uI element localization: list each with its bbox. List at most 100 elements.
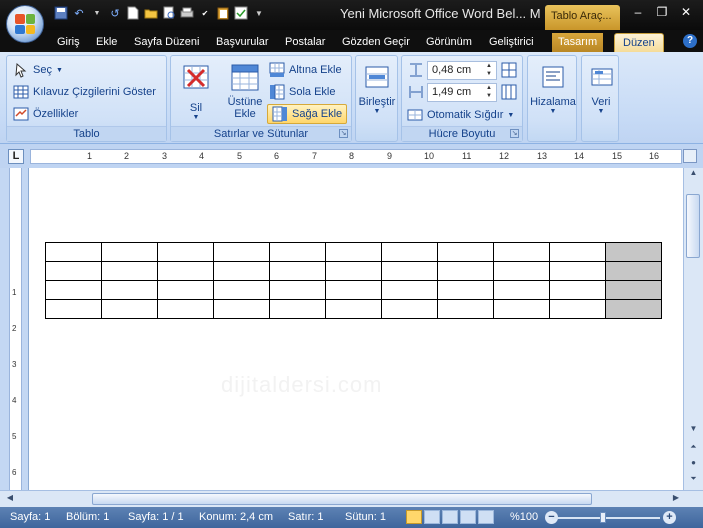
table-cell[interactable]: [493, 261, 550, 281]
table-cell[interactable]: [325, 242, 382, 262]
horizontal-scroll-thumb[interactable]: [92, 493, 592, 505]
table-row[interactable]: [45, 299, 662, 319]
table-cell-selected[interactable]: [605, 280, 662, 300]
status-column[interactable]: Sütun: 1: [345, 511, 386, 523]
table-cell[interactable]: [381, 242, 438, 262]
scroll-left-icon[interactable]: ◀: [4, 493, 16, 505]
tab-stop-selector[interactable]: L: [8, 149, 24, 164]
checkbox-icon[interactable]: [234, 6, 248, 20]
spelling-icon[interactable]: ✔: [198, 6, 212, 20]
table-cell[interactable]: [101, 280, 158, 300]
web-layout-icon[interactable]: [442, 510, 458, 524]
alignment-button[interactable]: Hizalama ▼: [528, 62, 578, 115]
tab-sayfa-duzeni[interactable]: Sayfa Düzeni: [134, 33, 199, 52]
status-position[interactable]: Konum: 2,4 cm: [199, 511, 273, 523]
table-cell[interactable]: [493, 242, 550, 262]
properties-button[interactable]: Özellikler: [13, 104, 78, 124]
draft-view-icon[interactable]: [478, 510, 494, 524]
distribute-columns-icon[interactable]: [501, 84, 517, 103]
print-preview-icon[interactable]: [162, 6, 176, 20]
table-cell[interactable]: [549, 261, 606, 281]
table-cell[interactable]: [381, 299, 438, 319]
tab-tasarim[interactable]: Tasarım: [552, 33, 604, 52]
tab-gorunum[interactable]: Görünüm: [426, 33, 472, 52]
show-gridlines-button[interactable]: Kılavuz Çizgilerini Göster: [13, 82, 156, 102]
scroll-down-icon[interactable]: ▼: [684, 424, 703, 438]
data-button[interactable]: Veri ▼: [582, 62, 620, 115]
redo-icon[interactable]: ↺: [108, 6, 122, 20]
vertical-scrollbar[interactable]: ▲ ▼ ⏶ ● ⏷: [683, 168, 703, 490]
chevron-down-icon[interactable]: ▼: [90, 6, 104, 20]
tab-postalar[interactable]: Postalar: [285, 33, 325, 52]
previous-page-icon[interactable]: ⏶: [684, 442, 703, 456]
next-page-icon[interactable]: ⏷: [684, 474, 703, 488]
table-cell[interactable]: [269, 280, 326, 300]
new-document-icon[interactable]: [126, 6, 140, 20]
table-row[interactable]: [45, 280, 662, 300]
distribute-rows-icon[interactable]: [501, 62, 517, 81]
tab-basvurular[interactable]: Başvurular: [216, 33, 269, 52]
zoom-slider-thumb[interactable]: [600, 512, 606, 523]
vertical-ruler[interactable]: 1 2 3 4 5 6: [9, 168, 22, 490]
select-button[interactable]: Seç ▼: [13, 60, 63, 80]
status-page-count[interactable]: Sayfa: 1 / 1: [128, 511, 184, 523]
view-ruler-icon[interactable]: [683, 149, 697, 163]
save-icon[interactable]: [54, 6, 68, 20]
table-cell[interactable]: [493, 299, 550, 319]
spinner-arrows-icon[interactable]: ▲ ▼: [484, 84, 494, 101]
table-cell[interactable]: [101, 242, 158, 262]
scroll-right-icon[interactable]: ▶: [670, 493, 682, 505]
zoom-level[interactable]: %100: [510, 511, 538, 523]
vertical-scroll-thumb[interactable]: [686, 194, 700, 258]
tab-duzen[interactable]: Düzen: [614, 33, 664, 52]
print-icon[interactable]: [180, 6, 194, 20]
table-cell[interactable]: [381, 261, 438, 281]
table-row[interactable]: [45, 242, 662, 262]
table-cell[interactable]: [45, 261, 102, 281]
dialog-launcher-icon[interactable]: ↘: [339, 129, 348, 138]
table-cell[interactable]: [549, 242, 606, 262]
table-cell[interactable]: [101, 299, 158, 319]
table-cell[interactable]: [269, 242, 326, 262]
status-line[interactable]: Satır: 1: [288, 511, 323, 523]
table-cell[interactable]: [101, 261, 158, 281]
table-cell[interactable]: [437, 242, 494, 262]
table-cell-selected[interactable]: [605, 261, 662, 281]
browse-object-icon[interactable]: ●: [684, 458, 703, 472]
full-screen-reading-icon[interactable]: [424, 510, 440, 524]
table-cell[interactable]: [45, 280, 102, 300]
table-cell[interactable]: [381, 280, 438, 300]
print-layout-icon[interactable]: [406, 510, 422, 524]
table-cell[interactable]: [45, 299, 102, 319]
scroll-up-icon[interactable]: ▲: [684, 168, 703, 182]
column-width-input[interactable]: 1,49 cm ▲ ▼: [427, 83, 497, 102]
horizontal-ruler[interactable]: 1 2 3 4 5 6 7 8 9 10 11 12 13 14 15 16: [30, 149, 682, 164]
table-cell[interactable]: [437, 261, 494, 281]
table-cell[interactable]: [213, 242, 270, 262]
outline-view-icon[interactable]: [460, 510, 476, 524]
spinner-arrows-icon[interactable]: ▲ ▼: [484, 62, 494, 79]
document-page[interactable]: dijitaldersi.com: [28, 168, 683, 490]
table-cell[interactable]: [325, 280, 382, 300]
table-cell[interactable]: [157, 261, 214, 281]
zoom-in-icon[interactable]: +: [663, 511, 676, 524]
table-cell[interactable]: [213, 261, 270, 281]
table-row[interactable]: [45, 261, 662, 281]
autofit-button[interactable]: Otomatik Sığdır ▼: [407, 105, 514, 125]
table-cell-selected[interactable]: [605, 242, 662, 262]
insert-right-button[interactable]: Sağa Ekle: [267, 104, 348, 124]
table-cell[interactable]: [549, 299, 606, 319]
dialog-launcher-icon[interactable]: ↘: [510, 129, 519, 138]
table-cell[interactable]: [45, 242, 102, 262]
delete-button[interactable]: Sil ▼: [177, 62, 215, 121]
open-folder-icon[interactable]: [144, 6, 158, 20]
row-height-input[interactable]: 0,48 cm ▲ ▼: [427, 61, 497, 80]
table-cell[interactable]: [493, 280, 550, 300]
table-cell-selected[interactable]: [605, 299, 662, 319]
help-icon[interactable]: ?: [683, 34, 697, 48]
maximize-icon[interactable]: ❐: [651, 4, 673, 20]
customize-qat-icon[interactable]: ▼: [252, 6, 266, 20]
table-cell[interactable]: [325, 261, 382, 281]
zoom-slider[interactable]: [552, 517, 660, 519]
tab-giris[interactable]: Giriş: [57, 33, 80, 52]
